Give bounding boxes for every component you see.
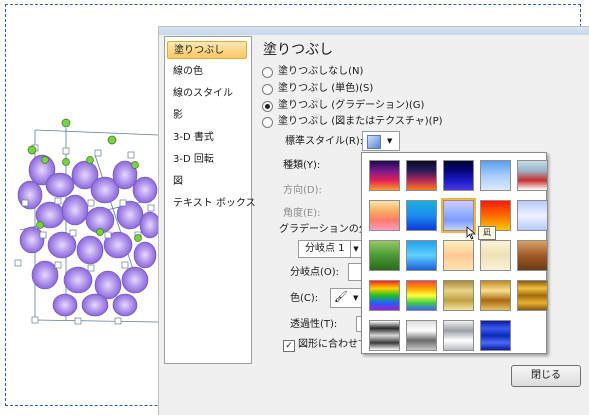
- gradient-preset-swatch[interactable]: [369, 160, 400, 191]
- rotate-with-shape-checkbox[interactable]: ✓: [283, 340, 295, 352]
- gradient-preset-swatch[interactable]: [406, 200, 437, 231]
- gradient-preset-swatch[interactable]: [406, 280, 437, 311]
- gradient-preset-swatch[interactable]: [517, 280, 548, 311]
- gradient-preset-swatch[interactable]: [406, 240, 437, 271]
- sidebar-item-shadow[interactable]: 影: [167, 107, 247, 125]
- gradient-stop-select[interactable]: 分岐点 1 ▼: [298, 240, 362, 258]
- preset-style-label: 標準スタイル(R):: [285, 136, 364, 147]
- gradient-stop-value: 分岐点 1: [305, 243, 345, 254]
- radio-gradient-fill[interactable]: [262, 101, 273, 112]
- sidebar-item-text-box[interactable]: テキスト ボックス: [167, 195, 256, 213]
- category-sidebar: 塗りつぶし 線の色 線のスタイル 影 3-D 書式 3-D 回転 図 テキスト …: [164, 36, 256, 364]
- section-title: 塗りつぶし: [263, 42, 334, 58]
- sidebar-item-line-color[interactable]: 線の色: [167, 63, 247, 81]
- gradient-preset-swatch[interactable]: [517, 200, 548, 231]
- close-button[interactable]: 閉じる: [511, 365, 581, 387]
- gradient-preview-icon: [367, 135, 381, 149]
- chevron-down-icon: ▼: [353, 294, 359, 302]
- preset-style-dropdown[interactable]: ▼: [362, 131, 400, 151]
- gradient-preset-swatch[interactable]: [480, 280, 511, 311]
- gradient-preset-gallery: [361, 152, 548, 354]
- gradient-preset-swatch[interactable]: [369, 280, 400, 311]
- tooltip: 凪: [478, 226, 496, 240]
- gradient-preset-swatch[interactable]: [369, 240, 400, 271]
- rotate-with-shape-label: 図形に合わせて: [298, 339, 368, 350]
- radio-gradient-fill-label: 塗りつぶし (グラデーション)(G): [278, 100, 425, 111]
- type-label: 種類(Y):: [283, 160, 321, 171]
- gradient-preset-swatch[interactable]: [480, 240, 511, 271]
- radio-no-fill-label: 塗りつぶしなし(N): [278, 66, 364, 77]
- gradient-preset-swatch[interactable]: [406, 160, 437, 191]
- gradient-preset-swatch[interactable]: [517, 240, 548, 271]
- stop-position-input[interactable]: [348, 263, 362, 281]
- radio-solid-fill-label: 塗りつぶし (単色)(S): [278, 83, 374, 94]
- gradient-preset-swatch[interactable]: [480, 320, 511, 351]
- gradient-preset-swatch[interactable]: [443, 320, 474, 351]
- gradient-preset-swatch[interactable]: [480, 160, 511, 191]
- color-picker-button[interactable]: 🖌 ▼: [330, 288, 362, 308]
- sidebar-item-fill[interactable]: 塗りつぶし: [167, 41, 247, 59]
- radio-picture-fill[interactable]: [262, 117, 273, 128]
- chevron-down-icon: ▼: [387, 137, 393, 145]
- gradient-preset-swatch[interactable]: [443, 240, 474, 271]
- gradient-preset-swatch[interactable]: [443, 160, 474, 191]
- sidebar-item-line-style[interactable]: 線のスタイル: [167, 85, 247, 103]
- radio-no-fill[interactable]: [262, 67, 273, 78]
- gradient-preset-swatch[interactable]: [517, 160, 548, 191]
- color-label: 色(C):: [290, 293, 319, 304]
- radio-picture-fill-label: 塗りつぶし (図またはテクスチャ)(P): [278, 116, 443, 127]
- paint-bucket-icon: 🖌: [334, 290, 348, 303]
- direction-label: 方向(D):: [283, 185, 322, 196]
- gradient-preset-swatch[interactable]: [406, 320, 437, 351]
- radio-solid-fill[interactable]: [262, 84, 273, 95]
- gradient-preset-swatch[interactable]: [369, 200, 400, 231]
- sidebar-item-3d-rotation[interactable]: 3-D 回転: [167, 151, 247, 169]
- mouse-cursor-icon: [466, 226, 477, 240]
- gradient-preset-swatch[interactable]: [369, 320, 400, 351]
- sidebar-item-picture[interactable]: 図: [167, 173, 247, 191]
- sidebar-item-3d-format[interactable]: 3-D 書式: [167, 129, 247, 147]
- angle-label: 角度(E):: [283, 208, 321, 219]
- transparency-label: 透過性(T):: [290, 319, 338, 330]
- stop-position-label: 分岐点(O):: [290, 267, 340, 278]
- dialog-top-bar: [159, 27, 589, 35]
- gradient-preset-swatch[interactable]: [443, 280, 474, 311]
- chevron-down-icon: ▼: [350, 241, 361, 257]
